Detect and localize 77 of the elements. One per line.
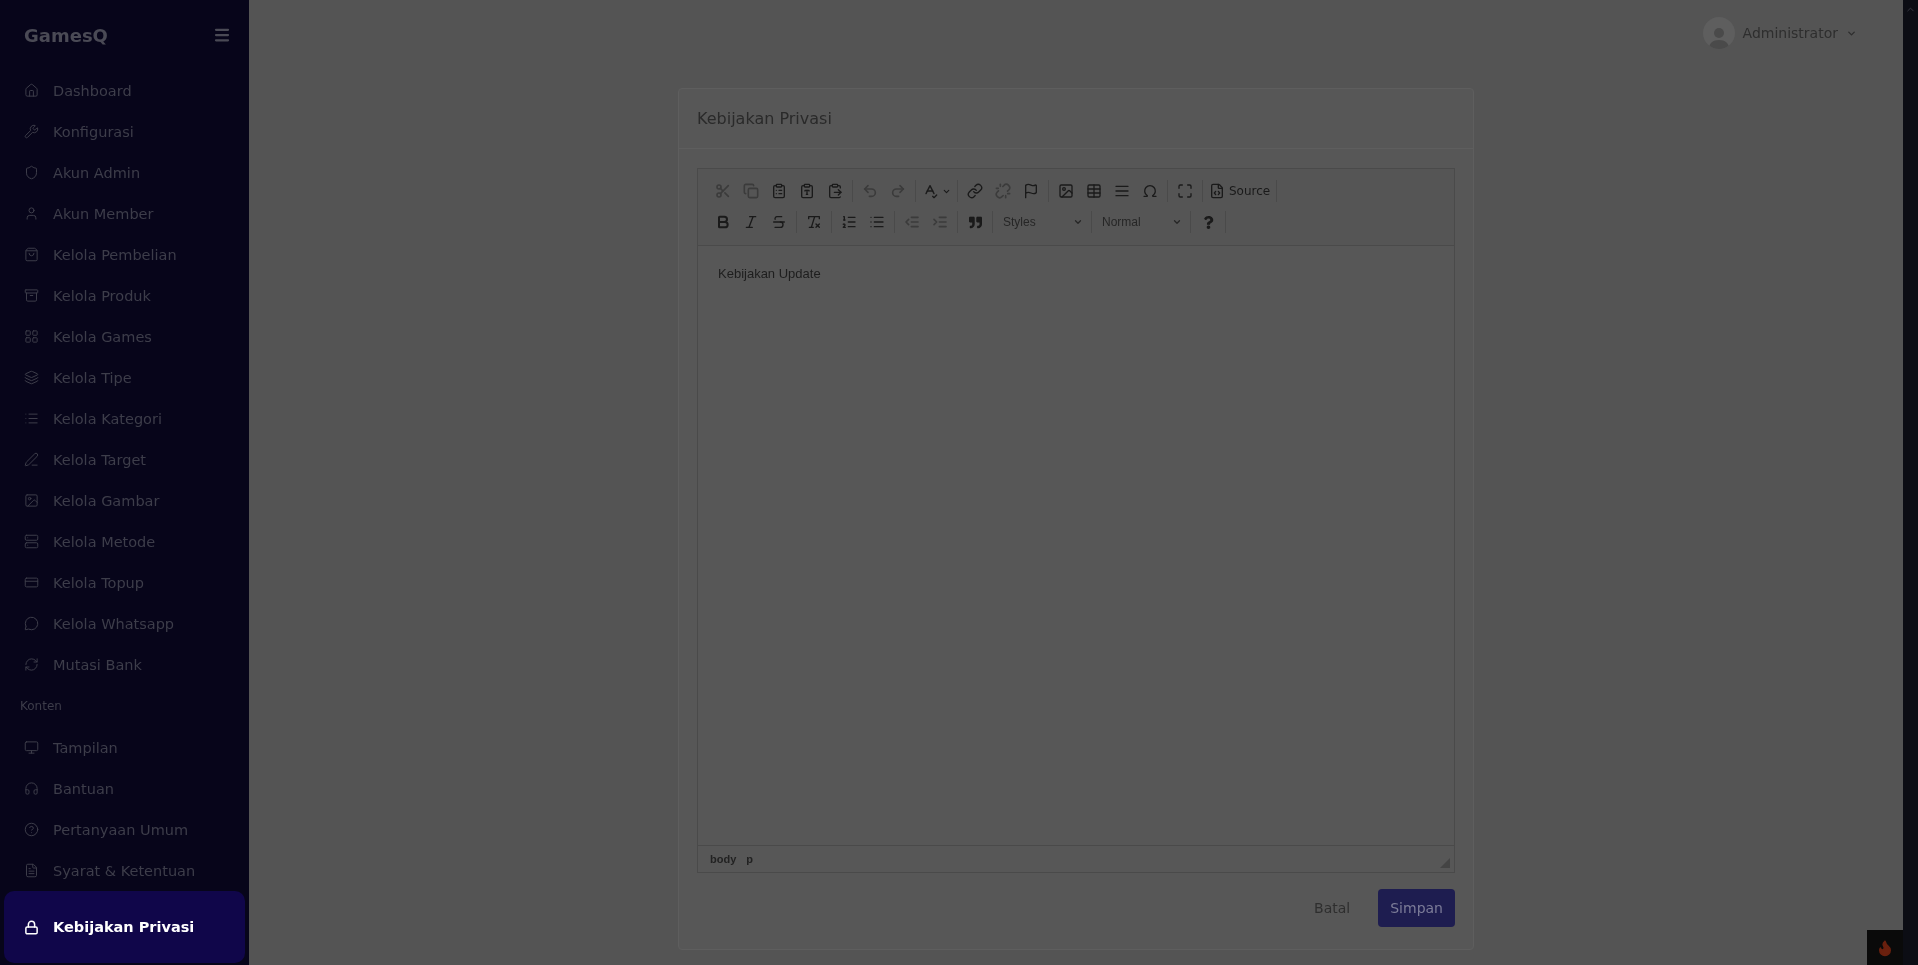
link-icon	[967, 183, 983, 199]
sidebar-item[interactable]: Kelola Pembelian	[4, 234, 245, 275]
sidebar-item[interactable]: Kelola Kategori	[4, 398, 245, 439]
remove-format-icon	[806, 214, 822, 230]
clipboard-text-icon	[799, 183, 815, 199]
indent-icon	[932, 214, 948, 230]
layers-icon	[24, 370, 39, 385]
lock-icon	[24, 919, 39, 935]
save-button[interactable]: Simpan	[1378, 889, 1455, 927]
clipboard-icon	[771, 183, 787, 199]
menu-icon[interactable]	[213, 26, 231, 44]
headphones-icon	[24, 781, 39, 796]
sidebar-item[interactable]: Syarat & Ketentuan	[4, 850, 245, 891]
bag-icon	[24, 247, 39, 262]
card-icon	[24, 575, 39, 590]
sidebar-item[interactable]: Kelola Topup	[4, 562, 245, 603]
sidebar-item[interactable]: Konfigurasi	[4, 111, 245, 152]
sidebar-item[interactable]: Dashboard	[4, 70, 245, 111]
flag-icon	[1023, 183, 1039, 199]
question-mark-icon	[1201, 215, 1215, 229]
pen-icon	[24, 452, 39, 467]
italic-icon	[743, 214, 759, 230]
editor-content[interactable]: Kebijakan Update	[698, 246, 1454, 845]
server-icon	[24, 534, 39, 549]
archive-icon	[24, 288, 39, 303]
sidebar-item[interactable]: Tampilan	[4, 727, 245, 768]
sidebar-item[interactable]: Mutasi Bank	[4, 644, 245, 685]
sidebar-item[interactable]: Kebijakan Privasi	[4, 891, 245, 963]
shield-icon	[24, 165, 39, 180]
source-icon	[1209, 183, 1225, 199]
sidebar-item[interactable]: Kelola Games	[4, 316, 245, 357]
cut-icon	[715, 183, 731, 199]
undo-icon	[862, 183, 878, 199]
caret-icon	[1172, 217, 1182, 227]
outdent-icon	[904, 214, 920, 230]
brand-logo: GamesQ	[24, 24, 108, 46]
list-icon	[24, 411, 39, 426]
image-icon	[24, 493, 39, 508]
sidebar-item[interactable]: Kelola Tipe	[4, 357, 245, 398]
caret-icon	[1073, 217, 1083, 227]
wrench-icon	[24, 124, 39, 139]
home-icon	[24, 83, 39, 98]
sidebar-item[interactable]: Pertanyaan Umum	[4, 809, 245, 850]
sidebar-item[interactable]: Akun Admin	[4, 152, 245, 193]
bulleted-list-icon	[869, 214, 885, 230]
scrollbar[interactable]	[1903, 0, 1918, 965]
sidebar-item[interactable]: Kelola Whatsapp	[4, 603, 245, 644]
flame-badge[interactable]	[1867, 930, 1903, 965]
refresh-icon	[24, 657, 39, 672]
horizontal-rule-icon	[1114, 183, 1130, 199]
source-button[interactable]: Source	[1207, 179, 1273, 203]
bold-icon	[715, 214, 731, 230]
flame-icon	[1876, 938, 1894, 957]
unlink-icon	[995, 183, 1011, 199]
numbered-list-icon	[841, 214, 857, 230]
omega-icon	[1142, 183, 1158, 199]
user-icon	[24, 206, 39, 221]
sidebar-item[interactable]: Kelola Gambar	[4, 480, 245, 521]
spellcheck-icon	[922, 183, 938, 199]
document-icon	[24, 863, 39, 878]
chat-bubble-icon	[24, 616, 39, 631]
section-heading: Konten	[19, 698, 63, 715]
strikethrough-icon	[771, 214, 787, 230]
sidebar-item[interactable]: Kelola Target	[4, 439, 245, 480]
maximize-icon	[1177, 183, 1193, 199]
redo-icon	[890, 183, 906, 199]
sidebar-item[interactable]: Kelola Metode	[4, 521, 245, 562]
help-icon	[24, 822, 39, 837]
sidebar-item[interactable]: Akun Member	[4, 193, 245, 234]
monitor-icon	[24, 740, 39, 755]
sidebar-item[interactable]: Kelola Produk	[4, 275, 245, 316]
table-icon	[1086, 183, 1102, 199]
copy-icon	[743, 183, 759, 199]
quote-icon	[968, 215, 982, 229]
grid-icon	[24, 329, 39, 344]
image-icon	[1058, 183, 1074, 199]
sidebar-item[interactable]: Bantuan	[4, 768, 245, 809]
